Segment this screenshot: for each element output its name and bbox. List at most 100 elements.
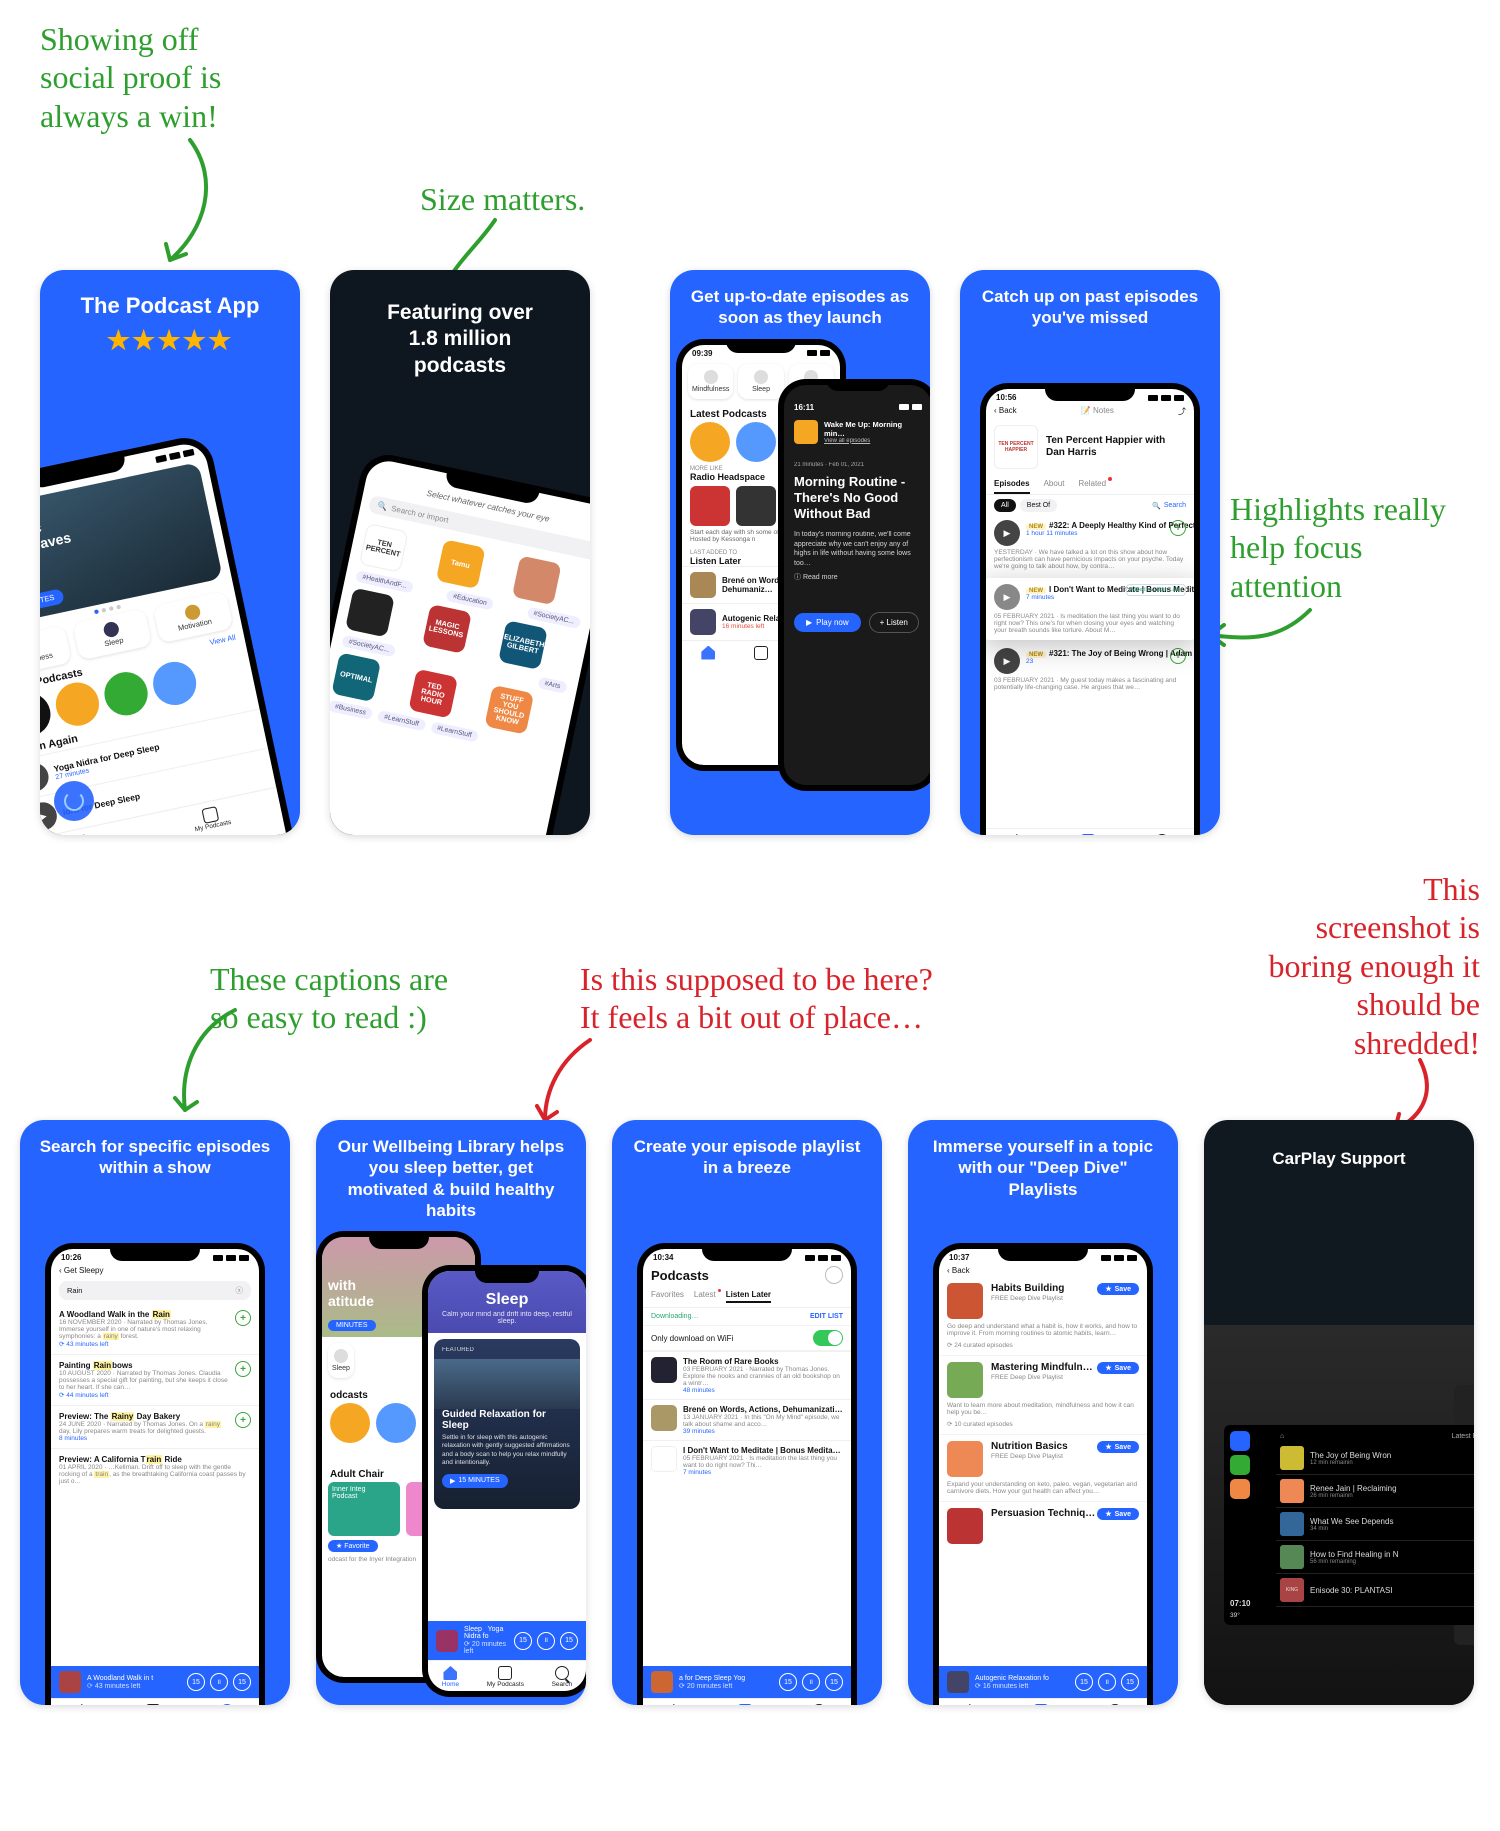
podcast-tile[interactable]: TED RADIO HOUR xyxy=(408,669,458,719)
minutes-badge[interactable]: MINUTES xyxy=(328,1320,376,1331)
tab-latest[interactable]: Latest xyxy=(694,1290,716,1303)
category-chip[interactable]: Sleep xyxy=(738,364,783,399)
favorite-button[interactable]: ★ Favorite xyxy=(328,1540,378,1552)
playlist-desc: Expand your understanding on keto, paleo… xyxy=(947,1481,1139,1495)
s2-title: Featuring over 1.8 million podcasts xyxy=(330,270,590,409)
carplay-app-icon[interactable] xyxy=(1230,1479,1250,1499)
carplay-row[interactable]: What We See Depends34 min xyxy=(1276,1508,1474,1541)
tab-search[interactable]: Search xyxy=(216,1704,237,1705)
tab-home[interactable] xyxy=(701,646,715,660)
add-button[interactable]: + xyxy=(235,1412,251,1428)
tab-my-podcasts[interactable] xyxy=(754,646,768,660)
edit-list-button[interactable]: EDIT LIST xyxy=(810,1313,843,1320)
tab-home[interactable]: Home xyxy=(961,1704,978,1705)
back-button[interactable]: ‹ Back xyxy=(939,1264,1147,1277)
carplay-row[interactable]: The Joy of Being Wron12 min remainin xyxy=(1276,1442,1474,1475)
featured-play-button[interactable]: ▶ 60 MINUTES xyxy=(40,588,64,618)
listen-button[interactable]: + Listen xyxy=(869,612,919,633)
tab-search[interactable]: Search xyxy=(808,1704,829,1705)
play-icon[interactable]: ▶ xyxy=(994,584,1020,610)
fab-icon[interactable] xyxy=(54,781,94,821)
add-button[interactable]: + xyxy=(1170,520,1186,536)
annotation-boring: This screenshot is boring enough it shou… xyxy=(1260,870,1480,1062)
tab-episodes[interactable]: Episodes xyxy=(994,475,1030,494)
carplay-app-icon[interactable] xyxy=(1230,1455,1250,1475)
podcast-tile[interactable]: MAGIC LESSONS xyxy=(422,604,472,654)
tab-my-podcasts[interactable]: My Podcasts xyxy=(727,1704,764,1705)
save-button[interactable]: ★ Save xyxy=(1097,1362,1139,1374)
annotation-social-proof: Showing off social proof is always a win… xyxy=(40,20,221,135)
tab-listen-later[interactable]: Listen Later xyxy=(726,1290,771,1303)
tab-home[interactable]: Home xyxy=(442,1666,459,1688)
podcast-tile[interactable]: ELIZABETH GILBERT xyxy=(498,620,548,670)
carplay-row[interactable]: How to Find Healing in N56 min remaining xyxy=(1276,1541,1474,1574)
play-icon[interactable]: ▶ xyxy=(994,520,1020,546)
s5-caption: Search for specific episodes within a sh… xyxy=(20,1120,290,1189)
tab-search[interactable]: Search xyxy=(552,1666,573,1688)
podcast-tile[interactable] xyxy=(512,556,562,606)
podcast-tile[interactable]: OPTIMAL xyxy=(331,652,381,702)
overlay-view-all[interactable]: View all episodes xyxy=(824,438,922,444)
filter-all[interactable]: All xyxy=(994,499,1016,512)
play-icon[interactable]: ▶ xyxy=(40,761,51,794)
pause-icon[interactable]: ॥ xyxy=(210,1673,228,1691)
save-button[interactable]: ★ Save xyxy=(1097,1441,1139,1453)
carplay-row[interactable]: KINGEnisode 30: PLANTASI xyxy=(1276,1574,1474,1607)
tab-search[interactable]: Search xyxy=(1104,1704,1125,1705)
screenshot-7: Create your episode playlist in a breeze… xyxy=(612,1120,882,1705)
add-button[interactable]: + xyxy=(235,1310,251,1326)
tab-home[interactable]: Home xyxy=(73,1704,90,1705)
podcast-tile[interactable]: TEN PERCENT xyxy=(359,523,409,573)
podcast-tile[interactable]: Tamu xyxy=(435,539,485,589)
tab-home[interactable]: Home xyxy=(1008,834,1025,835)
now-playing-bar[interactable]: Sleep Yoga Nidra fo⟳ 20 minutes left 15॥… xyxy=(428,1621,586,1660)
s6-caption: Our Wellbeing Library helps you sleep be… xyxy=(316,1120,586,1231)
play-15-button[interactable]: ▶ 15 MINUTES xyxy=(442,1474,508,1488)
overlay-readmore[interactable]: ⓘ Read more xyxy=(794,572,922,582)
tab-my-podcasts[interactable]: My Podcasts xyxy=(487,1666,524,1688)
carplay-app-icon[interactable] xyxy=(1230,1431,1250,1451)
category-chip[interactable]: Sleep xyxy=(328,1343,354,1378)
tab-my-podcasts[interactable]: My Podcasts xyxy=(135,1704,172,1705)
now-playing-bar[interactable]: a for Deep Sleep Yog⟳ 20 minutes left 15… xyxy=(643,1666,851,1698)
playlist-subtitle: FREE Deep Dive Playlist xyxy=(991,1374,1139,1381)
carplay-row[interactable]: Renee Jain | Reclaiming26 min remainin xyxy=(1276,1475,1474,1508)
podcast-tile[interactable] xyxy=(345,588,395,638)
tile[interactable]: Inner Integ Podcast xyxy=(328,1482,400,1536)
tab-home[interactable]: Home xyxy=(665,1704,682,1705)
play-icon[interactable]: ▶ xyxy=(994,648,1020,674)
back-button[interactable]: ‹ Get Sleepy xyxy=(51,1264,259,1277)
episode-title: Brené on Words, Actions, Dehumanization,… xyxy=(683,1405,843,1414)
downloading-text: Downloading… xyxy=(651,1313,698,1320)
skip-fwd-icon[interactable]: 15 xyxy=(233,1673,251,1691)
episode-title: I Don't Want to Meditate | Bonus Meditat… xyxy=(683,1446,843,1455)
wifi-toggle[interactable] xyxy=(813,1330,843,1346)
category-chip[interactable]: Mindfulness xyxy=(688,364,733,399)
back-button[interactable]: ‹ Back xyxy=(994,406,1017,417)
tab-my-podcasts[interactable]: My Podcasts xyxy=(1070,834,1107,835)
filter-bestof[interactable]: Best Of xyxy=(1020,499,1057,512)
search-input[interactable]: Rainⓧ xyxy=(59,1281,251,1300)
section-title: Latest Podcasts xyxy=(690,409,767,420)
tab-search[interactable]: Search xyxy=(1151,834,1172,835)
podcast-title: Ten Percent Happier with Dan Harris xyxy=(1046,435,1186,459)
add-button[interactable]: + xyxy=(235,1361,251,1377)
share-icon[interactable]: ⤴ xyxy=(1178,406,1186,417)
carplay-clock: 07:10 xyxy=(1230,1599,1272,1608)
save-button[interactable]: ★ Save xyxy=(1097,1283,1139,1295)
now-playing-bar[interactable]: Autogenic Relaxation fo⟳ 16 minutes left… xyxy=(939,1666,1147,1698)
skip-back-icon[interactable]: 15 xyxy=(187,1673,205,1691)
now-playing-bar[interactable]: A Woodland Walk in t⟳ 43 minutes left 15… xyxy=(51,1666,259,1698)
carplay-home-icon[interactable]: ⌂ xyxy=(1280,1433,1284,1440)
profile-icon[interactable] xyxy=(825,1266,843,1284)
play-now-button[interactable]: ▶ Play now xyxy=(794,613,861,632)
add-button[interactable]: + xyxy=(1170,648,1186,664)
search-link[interactable]: 🔍 Search xyxy=(1152,499,1186,512)
tab-about[interactable]: About xyxy=(1044,475,1065,494)
clear-icon[interactable]: ⓧ xyxy=(236,1285,244,1296)
tab-favorites[interactable]: Favorites xyxy=(651,1290,684,1303)
save-button[interactable]: ★ Save xyxy=(1097,1508,1139,1520)
podcast-tile[interactable]: STUFF YOU SHOULD KNOW xyxy=(485,685,535,735)
tab-my-podcasts[interactable]: My Podcasts xyxy=(1023,1704,1060,1705)
tab-related[interactable]: Related xyxy=(1078,475,1106,494)
